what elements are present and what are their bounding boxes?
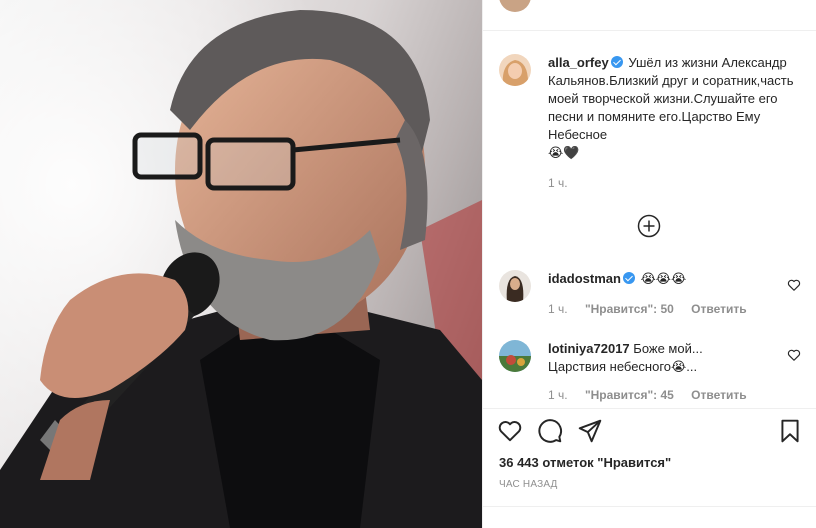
post-sidebar: alla_orfey Ушёл из жизни Александр Калья… — [482, 0, 816, 528]
likes-count[interactable]: 36 443 отметок "Нравится" — [499, 455, 671, 470]
post-caption: alla_orfey Ушёл из жизни Александр Калья… — [499, 54, 799, 190]
comment-time[interactable]: 1 ч. — [548, 388, 568, 402]
comment-text: 😭😭😭 — [640, 271, 687, 286]
divider — [483, 408, 816, 409]
comment-like-heart-icon[interactable] — [787, 348, 801, 362]
author-username[interactable]: alla_orfey — [548, 55, 609, 70]
comment-username[interactable]: idadostman — [548, 271, 621, 286]
reply-button[interactable]: Ответить — [691, 302, 746, 316]
caption-time[interactable]: 1 ч. — [548, 176, 568, 190]
author-avatar-top[interactable] — [499, 0, 531, 12]
reply-button[interactable]: Ответить — [691, 388, 746, 402]
divider — [483, 506, 816, 507]
comment-likes[interactable]: "Нравится": 45 — [585, 388, 674, 402]
post-photo[interactable] — [0, 0, 482, 528]
plus-circle-icon — [637, 214, 661, 238]
comment-username[interactable]: lotiniya72017 — [548, 341, 630, 356]
verified-badge-icon — [622, 272, 635, 284]
comment-like-heart-icon[interactable] — [787, 278, 801, 292]
avatar-image — [499, 54, 531, 86]
comment-item: idadostman 😭😭😭 1 ч. "Нравится": 50 Ответ… — [499, 270, 801, 316]
post-time[interactable]: ЧАС НАЗАД — [499, 479, 558, 490]
heart-icon[interactable] — [497, 418, 523, 444]
avatar-image — [499, 340, 531, 372]
comment-likes[interactable]: "Нравится": 50 — [585, 302, 674, 316]
avatar[interactable] — [499, 54, 531, 86]
share-icon[interactable] — [577, 418, 603, 444]
load-more-comments-button[interactable] — [637, 214, 661, 238]
comment-item: lotiniya72017 Боже мой... Царствия небес… — [499, 340, 801, 402]
avatar[interactable] — [499, 270, 531, 302]
verified-badge-icon — [610, 56, 623, 68]
divider — [483, 30, 816, 31]
avatar-image — [499, 270, 531, 302]
avatar[interactable] — [499, 340, 531, 372]
caption-emoji: 😭🖤 — [548, 145, 580, 160]
comment-time[interactable]: 1 ч. — [548, 302, 568, 316]
singer-photo-illustration — [0, 0, 482, 528]
bookmark-icon[interactable] — [777, 418, 803, 444]
comment-icon[interactable] — [537, 418, 563, 444]
